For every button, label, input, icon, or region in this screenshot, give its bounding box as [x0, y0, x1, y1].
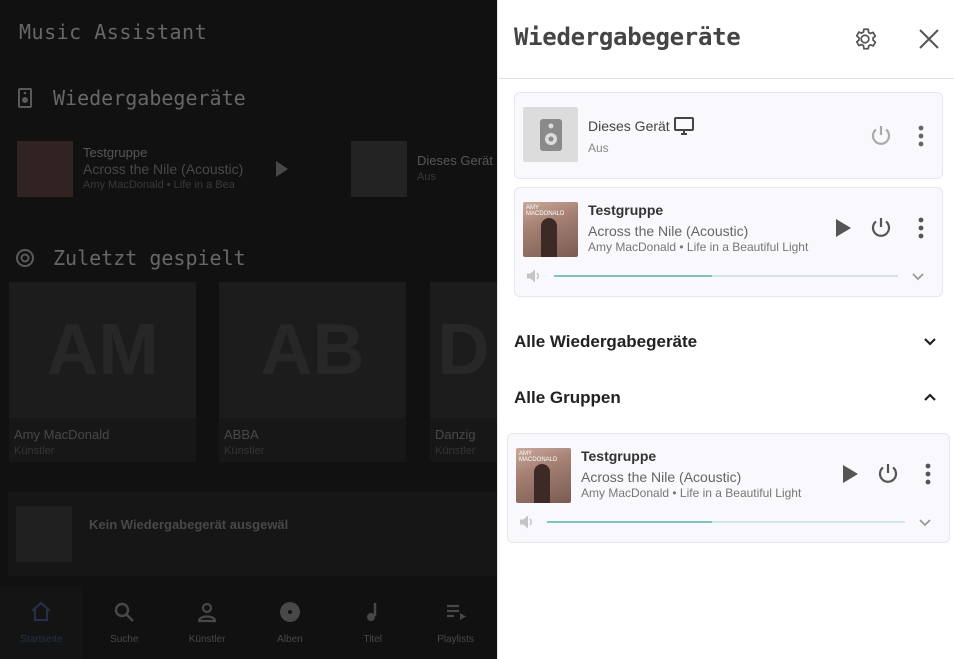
volume-slider[interactable]	[547, 521, 905, 523]
speaker-thumb	[523, 107, 578, 162]
section-title: Alle Wiedergabegeräte	[514, 332, 698, 351]
album-cover-text: AMY MACDONALD	[526, 205, 565, 217]
play-button[interactable]	[825, 210, 861, 246]
player-card-this-device[interactable]: Dieses Gerät Aus	[514, 92, 943, 179]
power-button[interactable]	[870, 456, 906, 492]
chevron-down-icon[interactable]	[918, 518, 932, 528]
power-button[interactable]	[863, 210, 899, 246]
player-name: Testgruppe	[588, 202, 664, 218]
play-icon	[843, 465, 858, 483]
volume-icon[interactable]	[526, 268, 542, 284]
play-icon	[836, 219, 851, 237]
modal-scrim[interactable]	[0, 0, 497, 659]
drawer-header: Wiedergabegeräte	[498, 0, 954, 79]
power-icon	[878, 464, 898, 483]
chevron-down-icon[interactable]	[923, 337, 937, 347]
track-artist-album: Amy MacDonald • Life in a Beautiful Ligh…	[581, 486, 802, 500]
speaker-icon	[539, 118, 562, 151]
player-name: Testgruppe	[581, 448, 657, 464]
track-title: Across the Nile (Acoustic)	[588, 223, 749, 239]
player-card-testgruppe[interactable]: AMY MACDONALD Testgruppe Across the Nile…	[514, 187, 943, 297]
players-drawer: Wiedergabegeräte Dieses Gerät Aus AMY MA…	[497, 0, 954, 659]
monitor-icon	[674, 117, 694, 135]
volume-slider-fill	[554, 275, 713, 277]
album-cover-text: AMY MACDONALD	[519, 451, 558, 463]
volume-icon[interactable]	[519, 514, 535, 530]
album-art: AMY MACDONALD	[516, 448, 571, 503]
more-vert-icon	[918, 217, 924, 239]
play-button[interactable]	[832, 456, 868, 492]
volume-slider[interactable]	[554, 275, 898, 277]
drawer-title: Wiedergabegeräte	[514, 23, 741, 51]
more-menu-button[interactable]	[903, 118, 939, 154]
more-menu-button[interactable]	[903, 210, 939, 246]
close-button[interactable]	[911, 21, 947, 57]
player-name: Dieses Gerät	[588, 118, 670, 134]
section-title: Alle Gruppen	[514, 388, 621, 407]
settings-button[interactable]	[847, 21, 883, 57]
more-menu-button[interactable]	[910, 456, 946, 492]
power-icon	[871, 126, 891, 145]
close-icon	[919, 29, 939, 49]
album-art: AMY MACDONALD	[523, 202, 578, 257]
track-artist-album: Amy MacDonald • Life in a Beautiful Ligh…	[588, 240, 809, 254]
background-app: Music Assistant Wiedergabegeräte Testgru…	[0, 0, 497, 659]
volume-slider-fill	[547, 521, 712, 523]
track-title: Across the Nile (Acoustic)	[581, 469, 742, 485]
power-icon	[871, 218, 891, 237]
group-player-card[interactable]: AMY MACDONALD Testgruppe Across the Nile…	[507, 433, 950, 543]
player-status: Aus	[588, 141, 609, 155]
gear-icon	[855, 28, 877, 50]
more-vert-icon	[918, 125, 924, 147]
chevron-up-icon[interactable]	[923, 392, 937, 402]
chevron-down-icon[interactable]	[911, 272, 925, 282]
power-button[interactable]	[863, 118, 899, 154]
more-vert-icon	[925, 463, 931, 485]
